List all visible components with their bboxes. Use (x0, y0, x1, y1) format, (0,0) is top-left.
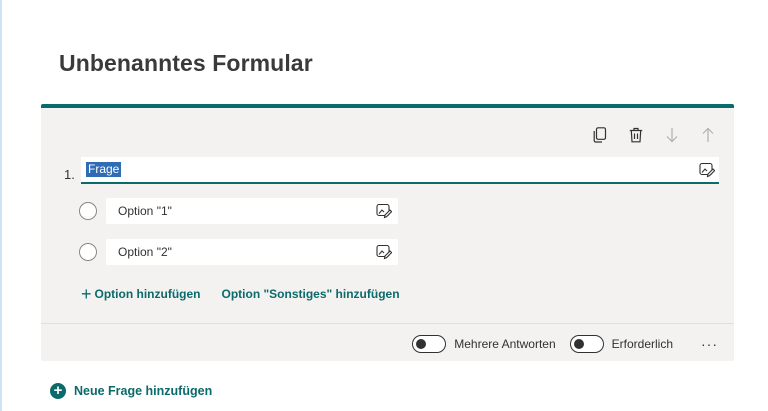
add-option-links: + Option hinzufügen Option "Sonstiges" h… (81, 284, 400, 304)
option-row: Option "1" (79, 197, 398, 225)
add-other-option-button[interactable]: Option "Sonstiges" hinzufügen (222, 287, 400, 301)
arrow-down-icon (666, 128, 678, 143)
add-option-button[interactable]: + Option hinzufügen (81, 284, 201, 304)
trash-icon (629, 127, 643, 143)
question-toolbar (590, 125, 718, 145)
option-label: Option "1" (118, 204, 172, 218)
form-title[interactable]: Unbenanntes Formular (59, 50, 313, 77)
option-input[interactable]: Option "1" (106, 198, 398, 224)
option-row: Option "2" (79, 238, 398, 266)
multiple-answers-label: Mehrere Antworten (454, 337, 556, 351)
required-toggle[interactable] (569, 335, 604, 353)
image-edit-icon (376, 244, 393, 260)
delete-question-button[interactable] (626, 125, 646, 145)
copy-icon (593, 127, 607, 143)
card-divider (41, 323, 734, 324)
add-option-label: Option hinzufügen (94, 287, 201, 301)
question-title-text: Frage (86, 162, 122, 177)
move-up-button[interactable] (698, 125, 718, 145)
option-input[interactable]: Option "2" (106, 239, 398, 265)
add-circle-icon: + (50, 383, 66, 399)
question-footer: Mehrere Antworten Erforderlich ··· (412, 334, 718, 354)
new-question-label: Neue Frage hinzufügen (74, 384, 213, 398)
move-down-button[interactable] (662, 125, 682, 145)
option-radio[interactable] (79, 243, 97, 261)
question-title-input[interactable]: Frage (81, 157, 719, 184)
new-question-button[interactable]: + Neue Frage hinzufügen (50, 383, 212, 399)
more-options-button[interactable]: ··· (701, 336, 718, 352)
option-radio[interactable] (79, 202, 97, 220)
required-label: Erforderlich (611, 337, 673, 351)
image-edit-icon (699, 162, 716, 178)
arrow-up-icon (702, 127, 714, 142)
question-number: 1. (64, 167, 75, 182)
option-label: Option "2" (118, 245, 172, 259)
option-media-button[interactable] (376, 244, 393, 260)
insert-media-button[interactable] (699, 162, 716, 178)
question-card: 1. Frage Option "1" Option "2" + Option … (41, 104, 734, 361)
multiple-answers-toggle[interactable] (412, 335, 447, 353)
image-edit-icon (376, 203, 393, 219)
copy-question-button[interactable] (590, 125, 610, 145)
option-media-button[interactable] (376, 203, 393, 219)
plus-icon: + (81, 284, 92, 304)
left-edge-border (0, 0, 2, 411)
